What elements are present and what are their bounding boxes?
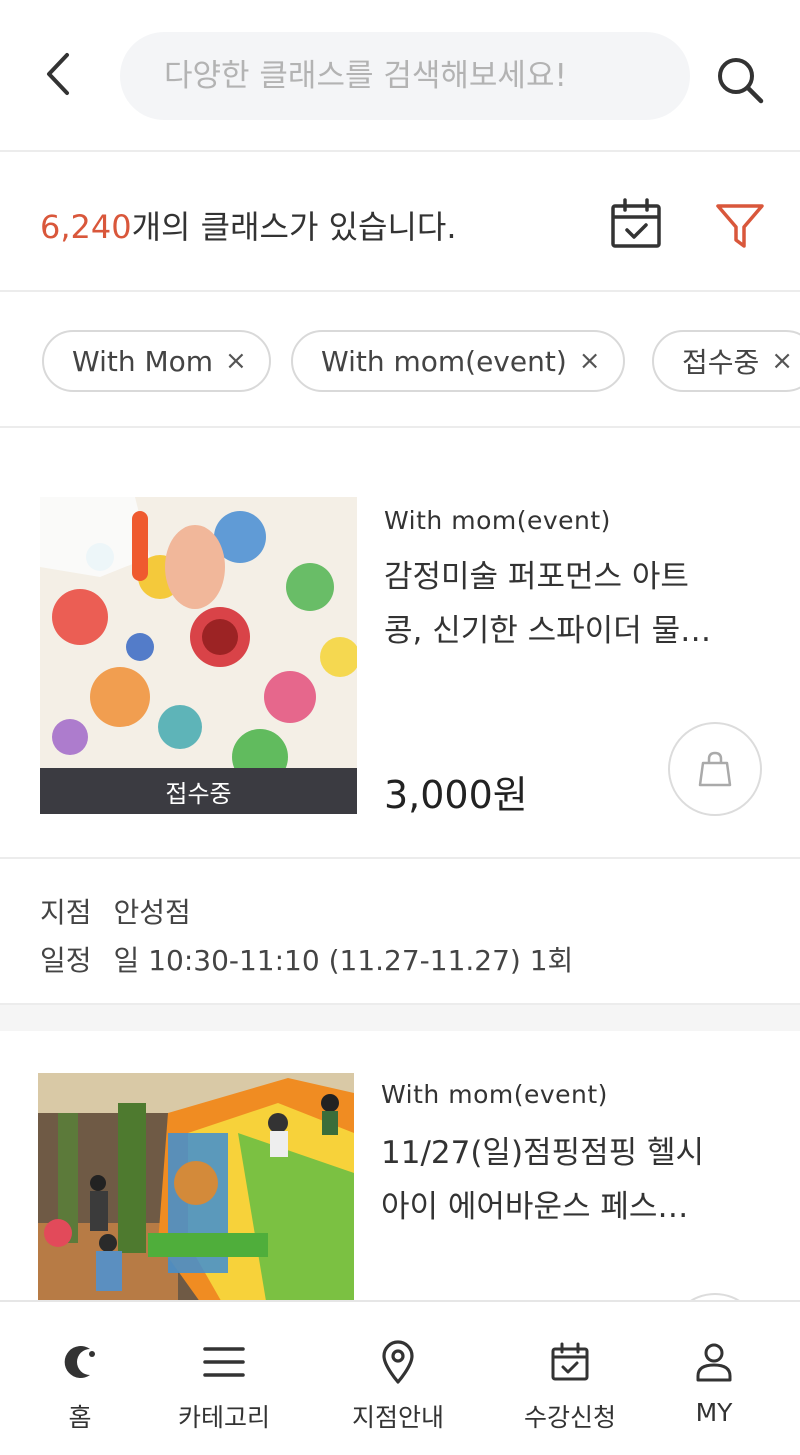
- nav-my[interactable]: MY: [634, 1302, 794, 1455]
- nav-branch-info[interactable]: 지점안내: [318, 1302, 478, 1455]
- chip-label: With mom(event): [321, 344, 567, 378]
- result-count-number: 6,240: [40, 208, 132, 246]
- location-pin-icon: [380, 1340, 416, 1384]
- filter-icon: [716, 204, 764, 248]
- nav-category[interactable]: 카테고리: [144, 1302, 304, 1455]
- bottom-navigation: 홈 카테고리 지점안내 수강신청 MY: [0, 1300, 800, 1455]
- home-logo-icon: [60, 1340, 100, 1384]
- chip-label: With Mom: [72, 344, 214, 378]
- class-thumbnail[interactable]: 접수중: [40, 497, 357, 814]
- class-card[interactable]: With mom(event) 11/27(일)점핑점핑 헬시 아이 에어바운스…: [0, 1031, 800, 1300]
- nav-label: MY: [695, 1398, 733, 1427]
- schedule-key: 일정: [40, 944, 92, 977]
- nav-label: 카테고리: [177, 1403, 270, 1432]
- class-title-line: 11/27(일)점핑점핑 헬시: [381, 1135, 705, 1171]
- calendar-button[interactable]: [608, 196, 664, 252]
- result-count-bar: 6,240개의 클래스가 있습니다.: [0, 152, 800, 292]
- search-button[interactable]: [710, 50, 770, 110]
- nav-label: 수강신청: [523, 1403, 616, 1432]
- branch-row: 지점 안성점: [40, 891, 191, 931]
- class-title[interactable]: 11/27(일)점핑점핑 헬시 아이 에어바운스 페스…: [381, 1126, 761, 1234]
- user-icon: [695, 1340, 733, 1384]
- schedule-value: 일 10:30-11:10 (11.27-11.27) 1회: [113, 944, 574, 977]
- filter-chip-with-mom[interactable]: With Mom ×: [42, 330, 271, 392]
- search-icon: [718, 58, 764, 104]
- result-count-text: 6,240개의 클래스가 있습니다.: [40, 202, 457, 248]
- search-input[interactable]: [164, 58, 690, 94]
- air-bounce-image: [38, 1073, 354, 1300]
- schedule-row: 일정 일 10:30-11:10 (11.27-11.27) 1회: [40, 939, 573, 979]
- back-button[interactable]: [30, 44, 86, 104]
- filter-chips: With Mom × With mom(event) × 접수중 ×: [0, 292, 800, 428]
- branch-value: 안성점: [113, 896, 191, 929]
- search-bar[interactable]: [120, 32, 690, 120]
- status-label: 접수중: [40, 768, 357, 814]
- class-category: With mom(event): [384, 506, 611, 535]
- top-bar: [0, 0, 800, 152]
- menu-icon: [203, 1340, 245, 1384]
- filter-button[interactable]: [712, 198, 768, 254]
- filter-chip-accepting[interactable]: 접수중 ×: [652, 330, 800, 392]
- class-title-line: 콩, 신기한 스파이더 물…: [384, 613, 712, 649]
- close-icon[interactable]: ×: [225, 346, 247, 376]
- cart-button[interactable]: [668, 722, 762, 816]
- shopping-bag-icon: [698, 751, 732, 787]
- class-thumbnail[interactable]: [38, 1073, 354, 1300]
- nav-registration[interactable]: 수강신청: [490, 1302, 650, 1455]
- result-count-suffix: 개의 클래스가 있습니다.: [131, 208, 457, 246]
- class-details: 지점 안성점 일정 일 10:30-11:10 (11.27-11.27) 1회: [0, 857, 800, 1003]
- nav-label: 홈: [68, 1403, 92, 1432]
- cart-button[interactable]: [668, 1293, 762, 1300]
- branch-key: 지점: [40, 896, 92, 929]
- nav-label: 지점안내: [351, 1403, 444, 1432]
- close-icon[interactable]: ×: [579, 346, 601, 376]
- paint-art-image: [40, 497, 357, 814]
- chevron-left-icon: [47, 53, 69, 95]
- class-card[interactable]: 접수중 With mom(event) 감정미술 퍼포먼스 아트 콩, 신기한 …: [0, 430, 800, 1005]
- card-divider: [0, 1003, 800, 1031]
- calendar-check-icon: [611, 198, 661, 248]
- chip-label: 접수중: [682, 346, 760, 379]
- class-title-line: 감정미술 퍼포먼스 아트: [384, 559, 689, 595]
- class-title-line: 아이 에어바운스 페스…: [381, 1189, 689, 1225]
- class-category: With mom(event): [381, 1080, 608, 1109]
- filter-chip-with-mom-event[interactable]: With mom(event) ×: [291, 330, 625, 392]
- class-title[interactable]: 감정미술 퍼포먼스 아트 콩, 신기한 스파이더 물…: [384, 550, 764, 658]
- class-price: 3,000원: [384, 773, 528, 817]
- calendar-check-icon: [550, 1340, 590, 1384]
- nav-home[interactable]: 홈: [0, 1302, 160, 1455]
- close-icon[interactable]: ×: [771, 346, 793, 376]
